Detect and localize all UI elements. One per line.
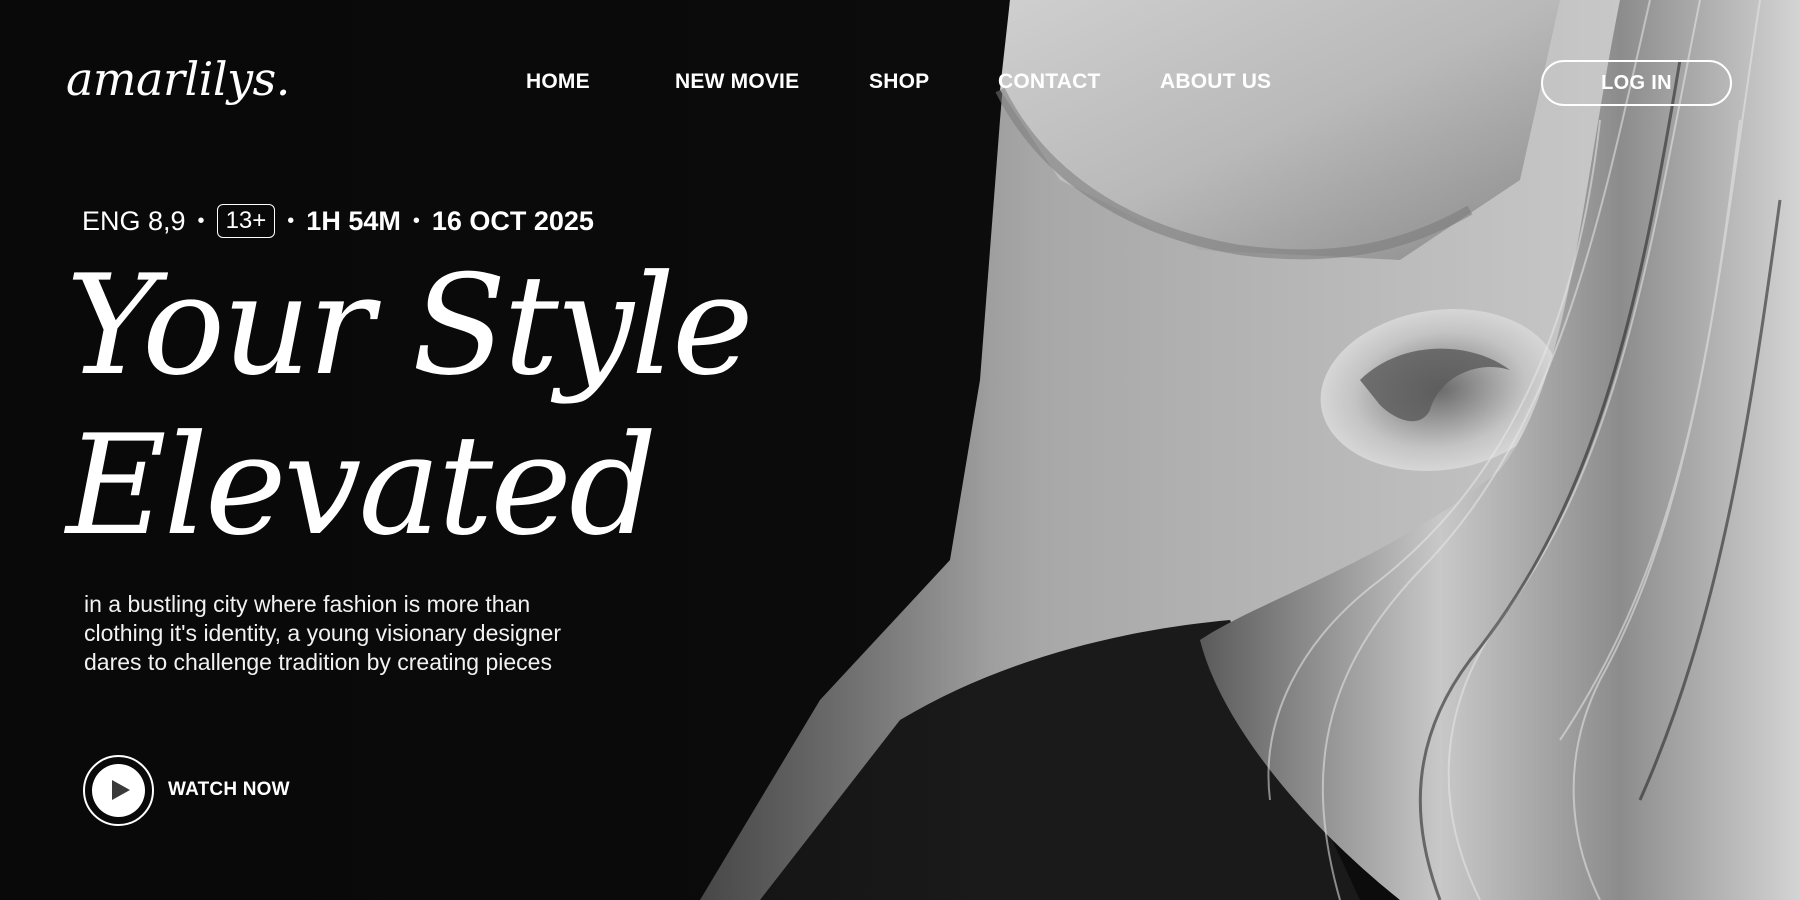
release-date: 16 OCT 2025 [431, 205, 594, 236]
movie-meta: ENG 8,9 • 13+ • 1H 54M • 16 OCT 2025 [82, 200, 594, 242]
nav-item-new-movie[interactable]: NEW MOVIE [675, 70, 799, 94]
age-rating-badge: 13+ [216, 204, 276, 238]
duration: 1H 54M [306, 205, 401, 236]
play-icon [111, 780, 130, 800]
hero-title-line: Your Style [66, 245, 754, 406]
meta-separator: • [197, 209, 205, 232]
hero-section: amarlilys. HOME NEW MOVIE SHOP CONTACT A… [0, 0, 1800, 900]
play-button[interactable] [92, 763, 145, 817]
hero-title-line: Elevated [66, 405, 657, 566]
login-button[interactable]: LOG IN [1541, 60, 1732, 106]
play-button-ring[interactable] [83, 754, 154, 826]
nav-item-contact[interactable]: CONTACT [998, 70, 1101, 94]
description-line: clothing it's identity, a young visionar… [84, 620, 562, 646]
meta-separator: • [287, 209, 295, 232]
main-nav: HOME NEW MOVIE SHOP CONTACT ABOUT US [0, 70, 1800, 100]
description-line: in a bustling city where fashion is more… [84, 591, 531, 617]
meta-separator: • [412, 209, 420, 232]
hero-description: in a bustling city where fashion is more… [84, 590, 684, 677]
watch-now-button[interactable]: WATCH NOW [83, 754, 290, 826]
site-header: amarlilys. HOME NEW MOVIE SHOP CONTACT A… [0, 0, 1800, 170]
nav-item-shop[interactable]: SHOP [869, 70, 929, 94]
nav-item-about-us[interactable]: ABOUT US [1160, 70, 1271, 94]
watch-now-label[interactable]: WATCH NOW [168, 779, 290, 801]
language-rating: ENG 8,9 [82, 205, 186, 236]
hero-title: Your Style Elevated [66, 245, 754, 566]
description-line: dares to challenge tradition by creating… [84, 649, 552, 675]
nav-item-home[interactable]: HOME [526, 70, 590, 94]
